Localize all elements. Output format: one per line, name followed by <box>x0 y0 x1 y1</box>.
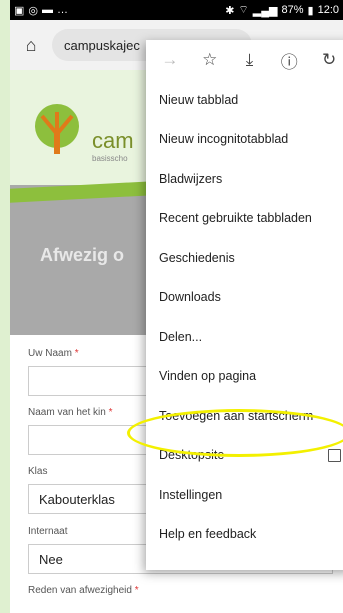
menu-item-incognito-tab[interactable]: Nieuw incognitotabblad <box>146 120 343 160</box>
menu-item-recent-tabs[interactable]: Recent gebruikte tabbladen <box>146 199 343 239</box>
menu-item-new-tab[interactable]: Nieuw tabblad <box>146 80 343 120</box>
child-name-label: Naam van het kin * <box>28 407 113 418</box>
boarding-value: Nee <box>39 551 63 567</box>
device-frame: ▣ ◎ ▬ … ✱ ⌔ ▂▄▆ 87% ▮ 12:0 ⌂ campuskajec <box>0 0 343 613</box>
status-right: ✱ ⌔ ▂▄▆ 87% ▮ 12:0 <box>225 3 339 17</box>
browser-overflow-menu: → ☆ ⤓ ⓘ ↻ Nieuw tabblad Nieuw incognitot… <box>146 40 343 570</box>
required-marker: * <box>74 348 79 359</box>
tree-logo-icon <box>35 104 79 154</box>
logo-text: cam <box>92 128 134 153</box>
desktop-site-checkbox[interactable] <box>328 448 341 462</box>
reason-label: Reden van afwezigheid * <box>28 585 139 596</box>
url-text: campuskajec <box>64 37 140 53</box>
forward-icon[interactable]: → <box>156 50 184 70</box>
required-marker: * <box>108 407 113 418</box>
wifi-icon: ⌔ <box>238 4 249 16</box>
notification-app-icon: ◎ <box>28 4 39 17</box>
boarding-label: Internaat <box>28 526 68 537</box>
browser-screen: ⌂ campuskajec cam basisscho Afwezig o Uw… <box>10 20 343 613</box>
hero-title: Afwezig o <box>40 245 124 265</box>
status-bar: ▣ ◎ ▬ … ✱ ⌔ ▂▄▆ 87% ▮ 12:0 <box>10 0 343 20</box>
status-left: ▣ ◎ ▬ … <box>14 4 68 17</box>
battery-icon: ▮ <box>307 4 314 17</box>
menu-toolbar: → ☆ ⤓ ⓘ ↻ <box>146 40 343 80</box>
download-icon[interactable]: ⤓ <box>235 50 263 70</box>
bluetooth-icon: ✱ <box>225 4 235 17</box>
battery-percent: 87% <box>281 4 304 16</box>
name-label: Uw Naam * <box>28 348 79 359</box>
bookmark-star-icon[interactable]: ☆ <box>196 50 224 70</box>
reload-icon[interactable]: ↻ <box>315 50 343 70</box>
home-icon[interactable]: ⌂ <box>20 35 42 56</box>
class-value: Kabouterklas <box>39 491 115 507</box>
menu-item-find-in-page[interactable]: Vinden op pagina <box>146 357 343 397</box>
notification-message-icon: ▬ <box>42 4 54 16</box>
info-icon[interactable]: ⓘ <box>275 48 303 73</box>
logo-subtext: basisscho <box>92 154 128 163</box>
signal-icon: ▂▄▆ <box>252 4 278 17</box>
menu-item-bookmarks[interactable]: Bladwijzers <box>146 159 343 199</box>
status-more: … <box>57 4 69 16</box>
menu-item-help-feedback[interactable]: Help en feedback <box>146 515 343 555</box>
menu-item-settings[interactable]: Instellingen <box>146 475 343 515</box>
highlight-ellipse <box>127 409 343 457</box>
menu-item-history[interactable]: Geschiedenis <box>146 238 343 278</box>
required-marker: * <box>134 585 139 596</box>
menu-item-share[interactable]: Delen... <box>146 317 343 357</box>
menu-item-downloads[interactable]: Downloads <box>146 278 343 318</box>
clock: 12:0 <box>317 4 339 16</box>
class-label: Klas <box>28 466 48 477</box>
notification-image-icon: ▣ <box>14 4 25 17</box>
